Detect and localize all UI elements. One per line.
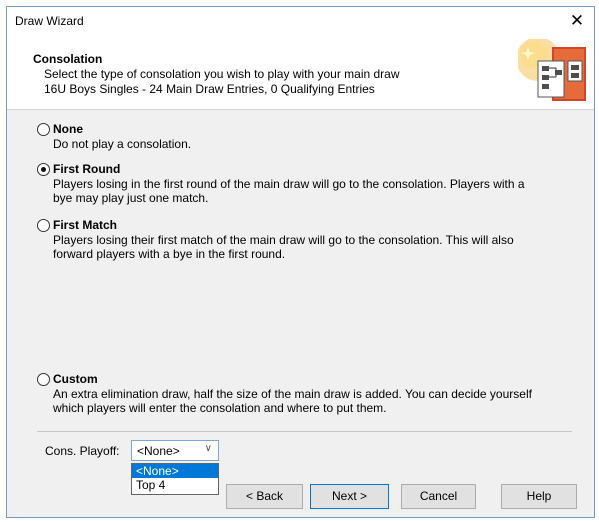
draw-wizard-icon xyxy=(518,39,586,101)
option-first-match-label: First Match xyxy=(53,218,118,232)
option-first-round-label: First Round xyxy=(53,162,121,176)
cancel-button[interactable]: Cancel xyxy=(401,484,476,509)
header-title: Consolation xyxy=(33,52,103,66)
dropdown-option-top-4[interactable]: Top 4 xyxy=(132,478,218,492)
help-button[interactable]: Help xyxy=(501,484,577,509)
cons-playoff-select[interactable]: <None> ∨ xyxy=(131,440,219,461)
cons-playoff-value: <None> xyxy=(137,444,180,458)
radio-first-round[interactable] xyxy=(37,163,50,176)
cons-playoff-label: Cons. Playoff: xyxy=(45,444,120,458)
radio-first-match[interactable] xyxy=(37,219,50,232)
back-button[interactable]: < Back xyxy=(226,484,303,509)
next-button[interactable]: Next > xyxy=(310,484,389,509)
option-none-label: None xyxy=(53,122,83,136)
title-bar: Draw Wizard ✕ xyxy=(7,7,594,35)
option-first-match-description: Players losing their first match of the … xyxy=(53,233,514,261)
divider xyxy=(37,431,572,432)
radio-none[interactable] xyxy=(37,123,50,136)
header-event-info: 16U Boys Singles - 24 Main Draw Entries,… xyxy=(44,82,375,96)
close-button[interactable]: ✕ xyxy=(566,10,588,32)
wizard-header: Consolation Select the type of consolati… xyxy=(7,35,594,110)
window-title: Draw Wizard xyxy=(15,14,84,28)
header-subtitle: Select the type of consolation you wish … xyxy=(44,67,400,81)
draw-wizard-window: Draw Wizard ✕ Consolation Select the typ… xyxy=(6,6,595,518)
chevron-down-icon[interactable]: ∨ xyxy=(205,443,212,454)
option-custom-description: An extra elimination draw, half the size… xyxy=(53,387,532,415)
cons-playoff-dropdown-list: <None> Top 4 xyxy=(131,463,219,495)
option-custom-label: Custom xyxy=(53,372,98,386)
radio-custom[interactable] xyxy=(37,373,50,386)
option-first-round-description: Players losing in the first round of the… xyxy=(53,177,525,205)
dropdown-option-none[interactable]: <None> xyxy=(132,464,218,478)
option-none-description: Do not play a consolation. xyxy=(53,137,192,151)
